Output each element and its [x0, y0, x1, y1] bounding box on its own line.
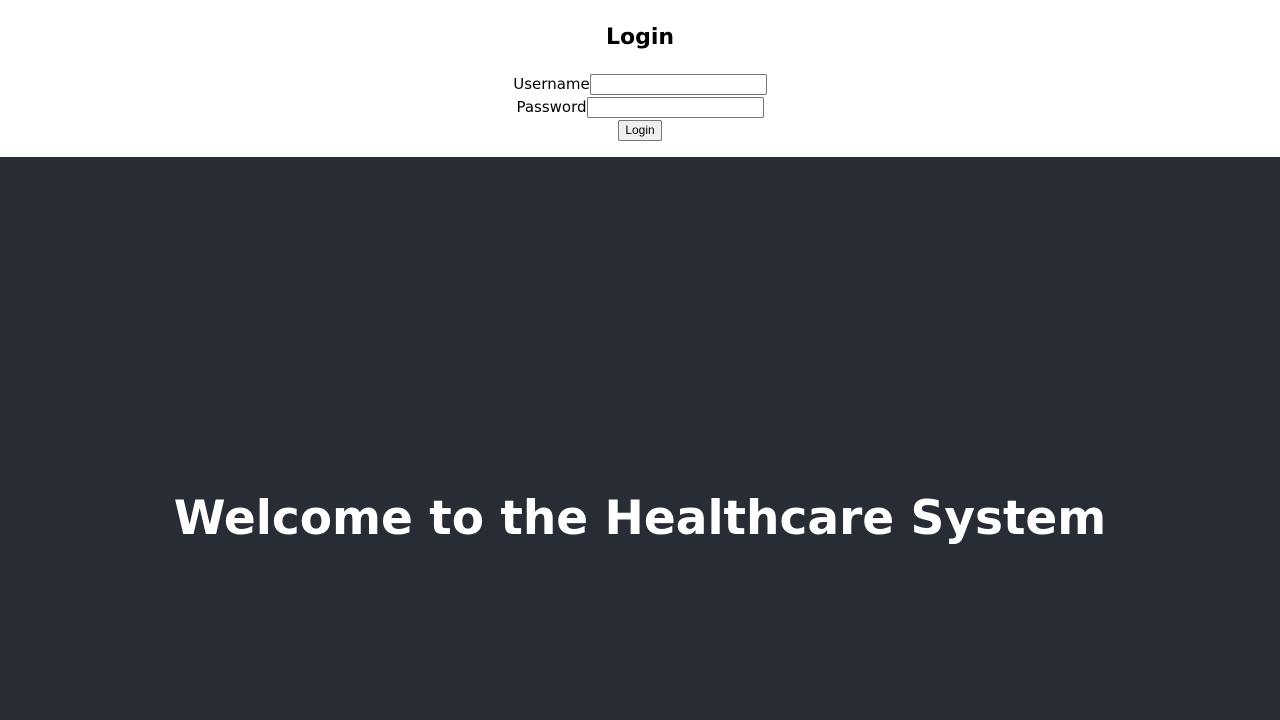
login-button[interactable]: Login — [618, 120, 662, 141]
password-row: Password — [0, 96, 1280, 118]
username-row: Username — [0, 73, 1280, 95]
login-form-section: Login Username Password Login — [0, 0, 1280, 157]
username-input[interactable] — [589, 73, 767, 95]
password-input[interactable] — [586, 96, 764, 118]
username-label: Username — [513, 75, 590, 93]
login-button-row: Login — [0, 120, 1280, 141]
hero-title: Welcome to the Healthcare System — [173, 491, 1107, 546]
hero-banner: Welcome to the Healthcare System — [0, 157, 1280, 720]
password-label: Password — [516, 98, 587, 116]
login-title: Login — [605, 25, 675, 50]
